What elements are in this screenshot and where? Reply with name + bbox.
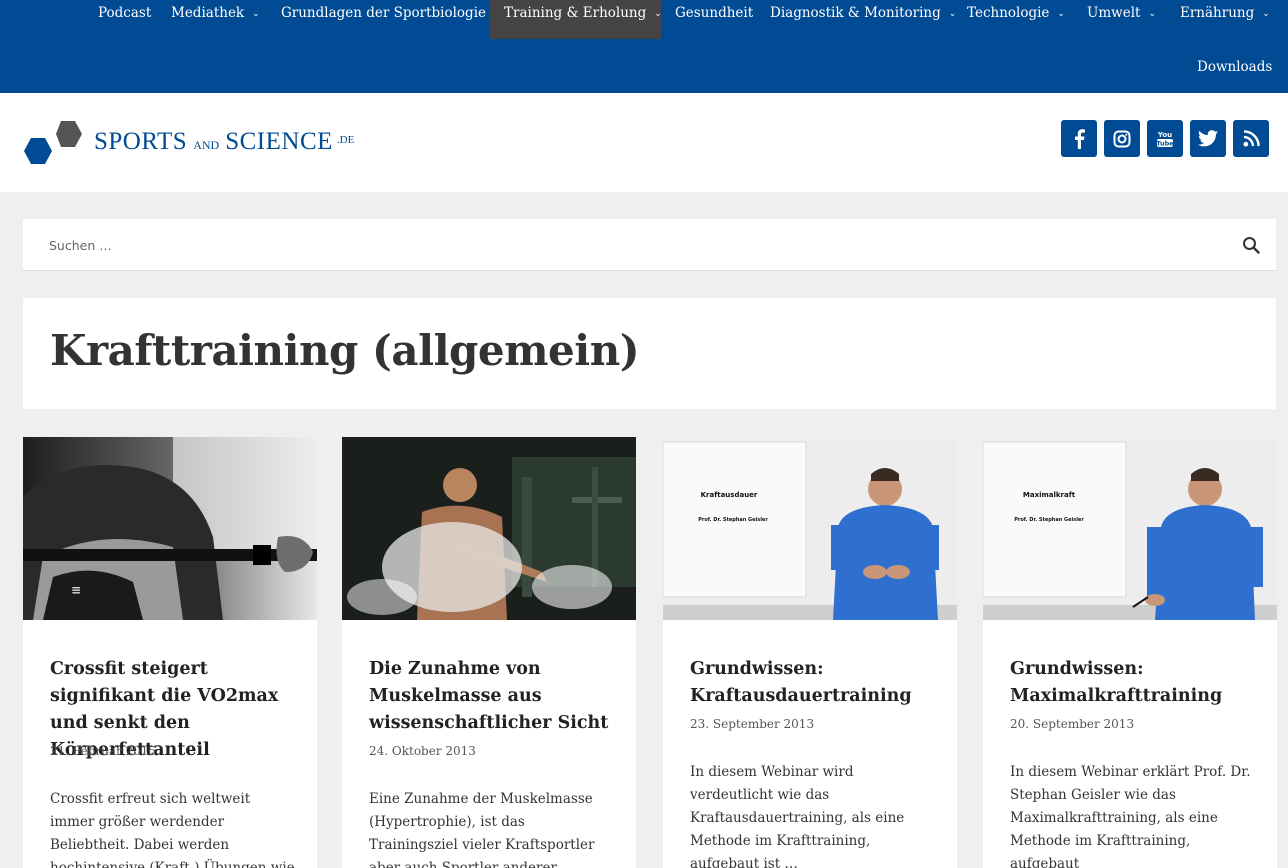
svg-text:You: You: [1157, 131, 1172, 139]
rss-icon: [1242, 130, 1260, 147]
main-navigation: Podcast Mediathek ⌄ Grundlagen der Sportb…: [0, 0, 1288, 93]
logo-word-and: AND: [193, 138, 220, 152]
nav-item-label: Downloads: [1197, 59, 1273, 75]
webinar-video-image: Kraftausdauer Prof. Dr. Stephan Geisler: [663, 437, 957, 620]
nav-item-mediathek[interactable]: Mediathek ⌄: [157, 0, 274, 39]
nav-item-podcast[interactable]: Podcast: [84, 0, 165, 39]
nav-item-label: Diagnostik & Monitoring: [770, 5, 941, 21]
post-card: ≡ Crossfit steigert signifikant die VO2m…: [23, 437, 317, 868]
nav-item-ernaehrung[interactable]: Ernährung ⌄: [1166, 0, 1284, 39]
bodybuilder-photo-image: [342, 437, 636, 620]
post-thumbnail[interactable]: Kraftausdauer Prof. Dr. Stephan Geisler: [663, 437, 957, 620]
post-title[interactable]: Die Zunahme von Muskelmasse aus wissensc…: [369, 656, 619, 737]
page-title: Krafttraining (allgemein): [50, 326, 640, 375]
instagram-icon: [1113, 130, 1131, 147]
nav-item-umwelt[interactable]: Umwelt ⌄: [1073, 0, 1170, 39]
logo-word-de: .DE: [336, 134, 355, 146]
nav-item-label: Gesundheit: [675, 5, 754, 21]
slide-title: Kraftausdauer: [701, 491, 758, 499]
search-bar: [23, 219, 1276, 271]
slide-author: Prof. Dr. Stephan Geisler: [1014, 517, 1084, 523]
slide-title: Maximalkraft: [1023, 491, 1076, 499]
svg-text:≡: ≡: [71, 583, 81, 597]
nav-item-label: Grundlagen der Sportbiologie: [281, 5, 487, 21]
post-date: 21. Februar 2015: [50, 744, 157, 758]
nav-item-label: Training & Erholung: [504, 5, 647, 21]
post-excerpt: Crossfit erfreut sich weltweit immer grö…: [50, 791, 295, 868]
nav-item-downloads[interactable]: Downloads: [1183, 54, 1286, 80]
post-excerpt: Eine Zunahme der Muskelmasse (Hypertroph…: [369, 791, 595, 868]
site-header: SPORTS AND SCIENCE .DE You Tube: [0, 93, 1288, 192]
chevron-down-icon: ⌄: [1148, 9, 1157, 19]
post-card: Maximalkraft Prof. Dr. Stephan Geisler G…: [983, 437, 1277, 868]
nav-item-gesundheit[interactable]: Gesundheit: [661, 0, 767, 39]
chevron-down-icon: ⌄: [252, 9, 260, 19]
nav-item-label: Mediathek: [171, 5, 245, 21]
search-input[interactable]: [23, 219, 1223, 271]
nav-item-label: Ernährung: [1180, 5, 1255, 21]
post-title[interactable]: Grundwissen: Maximalkrafttraining: [1010, 656, 1260, 710]
twitter-icon: [1198, 130, 1218, 147]
webinar-video-image: Maximalkraft Prof. Dr. Stephan Geisler: [983, 437, 1277, 620]
youtube-icon: You Tube: [1156, 131, 1174, 148]
nav-item-label: Umwelt: [1087, 5, 1141, 21]
post-thumbnail[interactable]: ≡: [23, 437, 317, 620]
post-thumbnail[interactable]: Maximalkraft Prof. Dr. Stephan Geisler: [983, 437, 1277, 620]
chevron-down-icon: ⌄: [1262, 9, 1270, 19]
logo-word-science: SCIENCE: [225, 128, 333, 155]
rss-button[interactable]: [1233, 120, 1269, 157]
logo-wordmark: SPORTS AND SCIENCE .DE: [94, 128, 354, 156]
post-card: Die Zunahme von Muskelmasse aus wissensc…: [342, 437, 636, 868]
nav-item-grundlagen[interactable]: Grundlagen der Sportbiologie⌄: [267, 0, 516, 39]
post-excerpt: In diesem Webinar wird verdeutlicht wie …: [690, 764, 905, 868]
nav-item-label: Technologie: [967, 5, 1050, 21]
facebook-button[interactable]: [1061, 120, 1097, 157]
post-card: Kraftausdauer Prof. Dr. Stephan Geisler …: [663, 437, 957, 868]
post-date: 24. Oktober 2013: [369, 744, 476, 758]
archive-header: Krafttraining (allgemein): [23, 298, 1276, 409]
nav-item-diagnostik[interactable]: Diagnostik & Monitoring ⌄: [756, 0, 970, 39]
facebook-icon: [1075, 128, 1085, 149]
chevron-down-icon: ⌄: [1057, 9, 1065, 19]
instagram-button[interactable]: [1104, 120, 1140, 157]
logo-word-sports: SPORTS: [94, 128, 188, 155]
nav-item-training-erholung[interactable]: Training & Erholung ⌄: [490, 0, 662, 39]
post-date: 23. September 2013: [690, 717, 815, 731]
site-logo[interactable]: SPORTS AND SCIENCE .DE: [22, 119, 382, 169]
post-title[interactable]: Grundwissen: Kraftausdauertraining: [690, 656, 940, 710]
nav-item-label: Podcast: [98, 5, 152, 21]
post-date: 20. September 2013: [1010, 717, 1135, 731]
hexagon-logo-icon: [24, 121, 82, 164]
youtube-button[interactable]: You Tube: [1147, 120, 1183, 157]
twitter-button[interactable]: [1190, 120, 1226, 157]
post-excerpt: In diesem Webinar erklärt Prof. Dr. Step…: [1010, 764, 1251, 868]
crossfit-photo-image: ≡: [23, 437, 317, 620]
svg-text:Tube: Tube: [1156, 139, 1174, 147]
post-thumbnail[interactable]: [342, 437, 636, 620]
slide-author: Prof. Dr. Stephan Geisler: [698, 517, 768, 523]
nav-item-technologie[interactable]: Technologie ⌄: [953, 0, 1079, 39]
search-icon[interactable]: [1242, 236, 1260, 254]
